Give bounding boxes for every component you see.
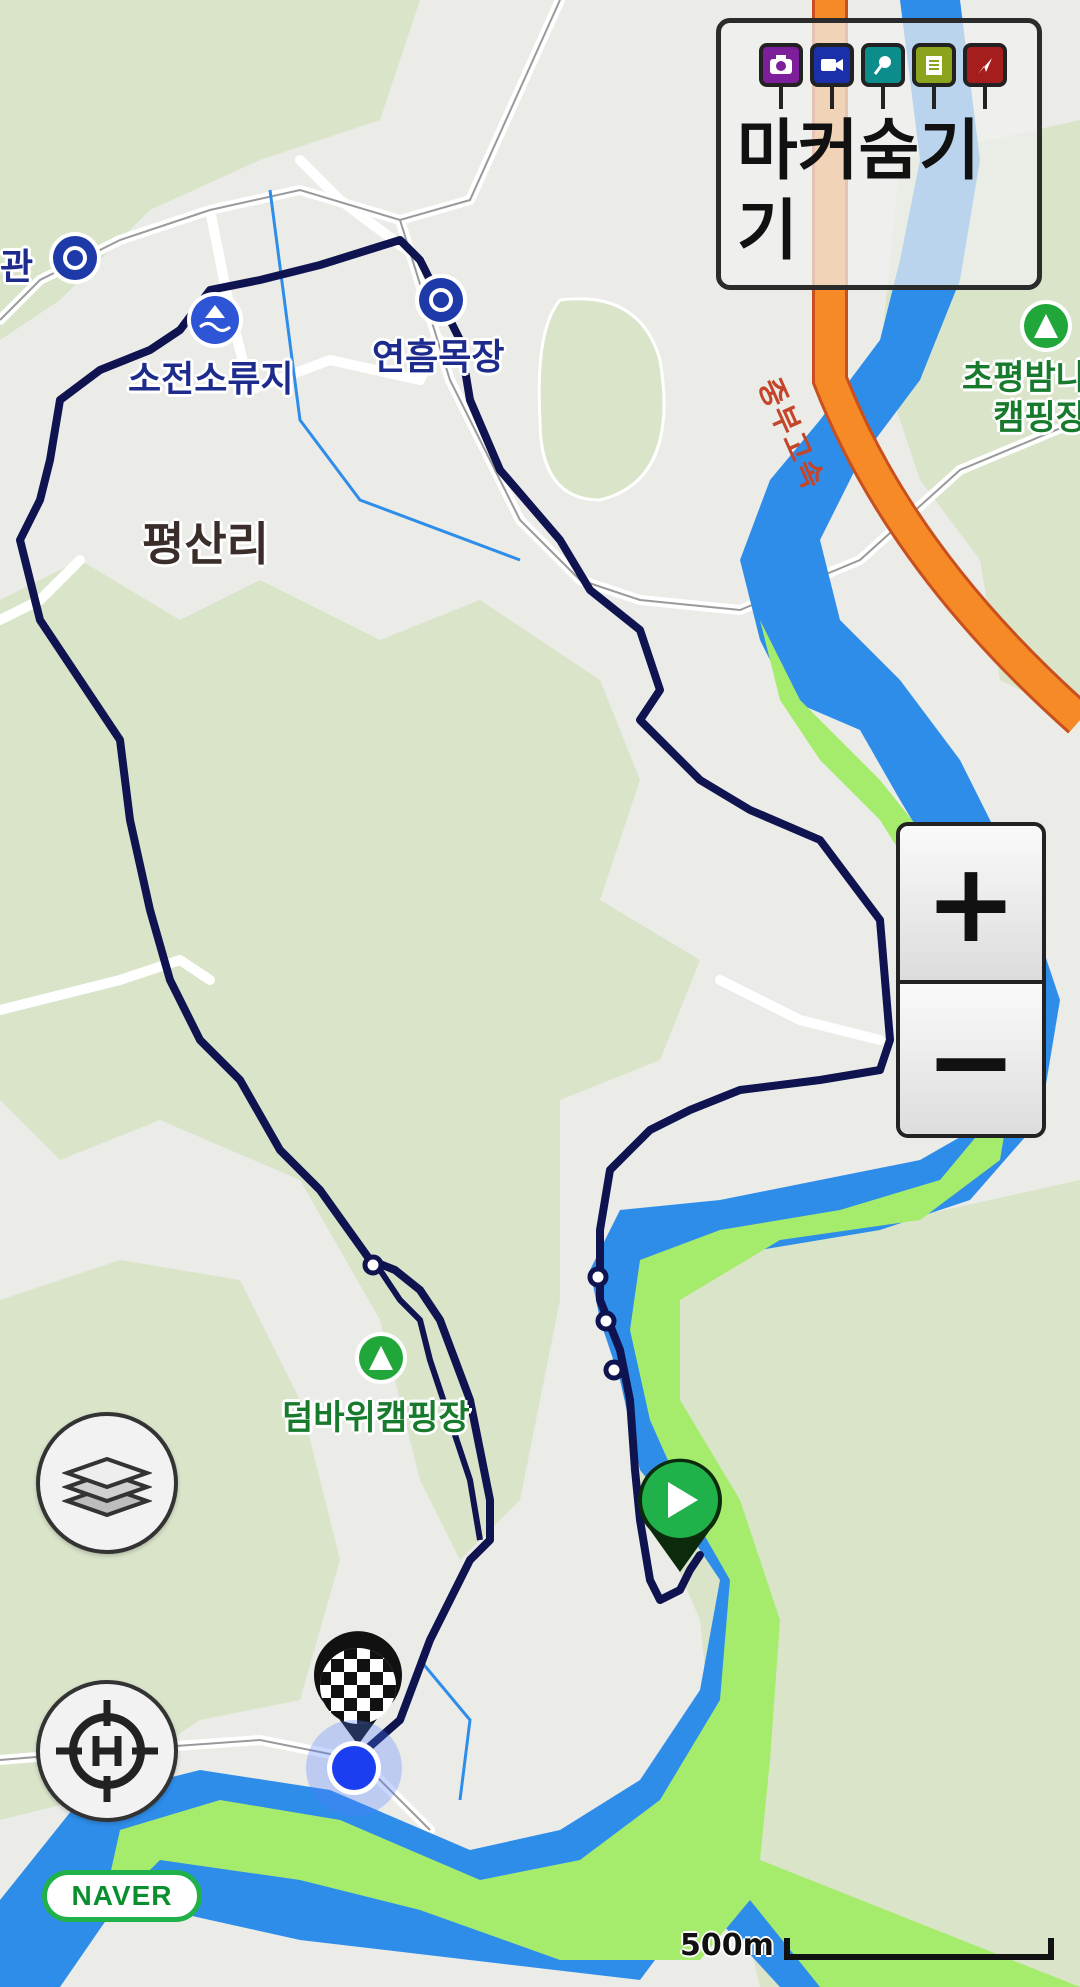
flag-icon[interactable]	[963, 43, 1007, 109]
forest-area	[537, 297, 666, 502]
place-label-reservoir: 소전소류지	[128, 359, 294, 400]
microphone-icon[interactable]	[861, 43, 905, 109]
home-target-icon	[56, 1700, 158, 1802]
layers-button[interactable]	[36, 1412, 178, 1554]
waypoint-marker	[595, 1310, 617, 1332]
camera-icon[interactable]	[759, 43, 803, 109]
place-label-village: 평산리	[142, 517, 269, 571]
current-location-icon	[306, 1720, 402, 1816]
marker-hide-label: 마커숨기기	[737, 112, 980, 269]
camping-icon	[1020, 300, 1072, 352]
reservoir-icon	[187, 292, 243, 348]
zoom-out-button[interactable]: −	[900, 984, 1042, 1134]
zoom-in-button[interactable]: +	[900, 826, 1042, 980]
scale-bar	[784, 1938, 1054, 1960]
waypoint-marker	[603, 1359, 625, 1381]
layers-icon	[62, 1456, 152, 1518]
place-label-partial: 관	[0, 247, 34, 288]
video-icon[interactable]	[810, 43, 854, 109]
naver-logo: NAVER	[42, 1870, 202, 1922]
zoom-controls: + −	[896, 822, 1046, 1138]
waypoint-marker	[587, 1266, 609, 1288]
marker-pin-row	[759, 43, 1007, 109]
place-label-ranch: 연흠목장	[372, 337, 505, 378]
poi-circle-icon	[415, 274, 467, 326]
place-label-camping-right: 초평밤나 캠핑장	[962, 358, 1080, 438]
marker-hide-toggle[interactable]: 마커숨기기	[716, 18, 1042, 290]
place-label-camping-bottom: 덤바위캠핑장	[282, 1398, 470, 1438]
poi-circle-icon	[49, 232, 101, 284]
home-target-button[interactable]	[36, 1680, 178, 1822]
waypoint-marker	[362, 1254, 384, 1276]
scale-label: 500m	[680, 1928, 774, 1963]
note-icon[interactable]	[912, 43, 956, 109]
camping-icon	[355, 1332, 407, 1384]
